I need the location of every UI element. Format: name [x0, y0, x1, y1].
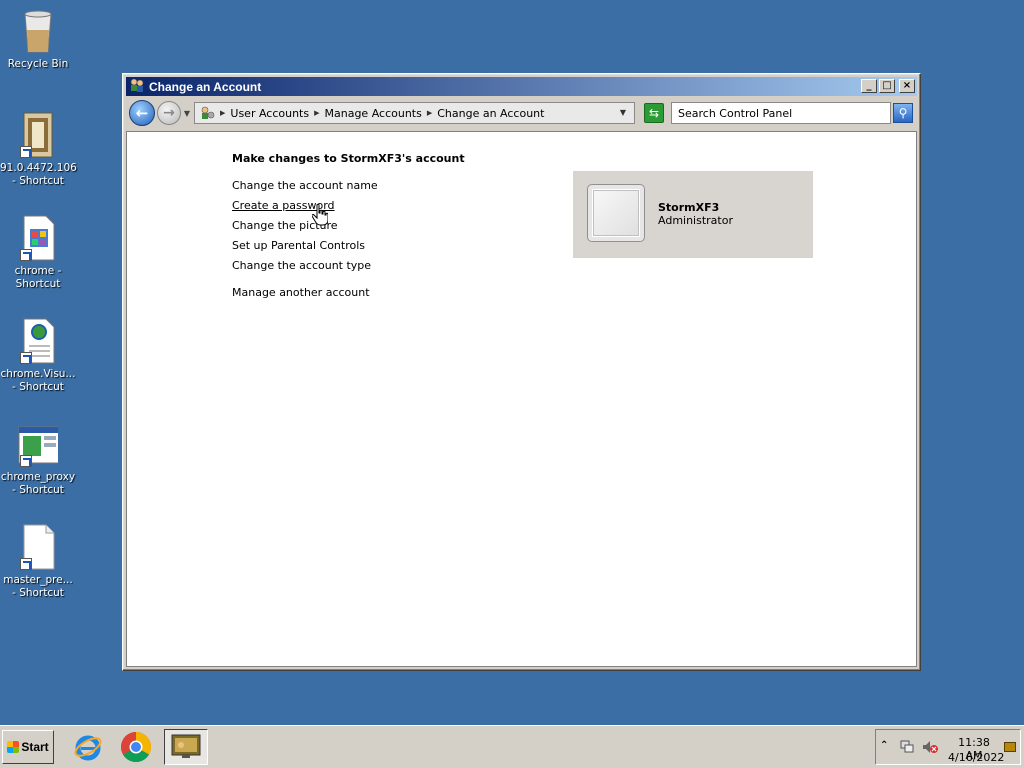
window-title: Change an Account: [149, 79, 262, 94]
show-desktop-icon[interactable]: [1004, 742, 1016, 752]
breadcrumb-separator-icon[interactable]: ▶: [427, 109, 432, 117]
desktop-icon-chrome-visual-shortcut[interactable]: chrome.Visu... - Shortcut: [0, 318, 76, 394]
close-button[interactable]: ×: [899, 79, 915, 93]
account-card: StormXF3 Administrator: [573, 171, 813, 258]
shortcut-arrow-icon: [20, 249, 32, 261]
search-icon[interactable]: ⚲: [893, 103, 913, 123]
desktop-icon-installer-shortcut[interactable]: 91.0.4472.106 - Shortcut: [0, 112, 77, 188]
main-content: Make changes to StormXF3's account Chang…: [126, 131, 917, 667]
account-name: StormXF3: [658, 201, 720, 214]
search-placeholder: Search Control Panel: [678, 106, 793, 120]
back-button[interactable]: ←: [129, 100, 155, 126]
internet-explorer-icon[interactable]: [66, 729, 110, 765]
parental-controls-link[interactable]: Set up Parental Controls: [232, 239, 365, 252]
manage-another-account-link[interactable]: Manage another account: [232, 286, 370, 299]
desktop-icon-label: chrome - Shortcut: [14, 265, 62, 290]
clock-date[interactable]: 4/16/2022: [948, 751, 1004, 764]
address-bar[interactable]: ▶ User Accounts ▶ Manage Accounts ▶ Chan…: [194, 102, 635, 124]
shortcut-arrow-icon: [20, 352, 32, 364]
breadcrumb-manage-accounts[interactable]: Manage Accounts: [325, 107, 422, 120]
change-account-name-link[interactable]: Change the account name: [232, 179, 378, 192]
account-picture: [587, 184, 645, 242]
desktop-icon-label: chrome_proxy - Shortcut: [0, 471, 76, 496]
breadcrumb-separator-icon[interactable]: ▶: [220, 109, 225, 117]
change-account-type-link[interactable]: Change the account type: [232, 259, 371, 272]
user-accounts-icon: [129, 77, 145, 96]
minimize-button[interactable]: _: [861, 79, 877, 93]
desktop-icon-label: chrome.Visu... - Shortcut: [0, 368, 76, 393]
show-hidden-icons-icon[interactable]: ⌃: [880, 740, 888, 751]
start-label: Start: [21, 740, 49, 754]
installer-icon: [18, 112, 58, 158]
desktop-icon-master-preferences-shortcut[interactable]: master_pre... - Shortcut: [0, 524, 76, 600]
maximize-button[interactable]: □: [879, 79, 895, 93]
breadcrumb-change-an-account[interactable]: Change an Account: [437, 107, 544, 120]
desktop-icon-chrome-proxy-shortcut[interactable]: chrome_proxy - Shortcut: [0, 421, 76, 497]
title-bar[interactable]: Change an Account _ □ ×: [126, 77, 917, 96]
control-panel-icon: [199, 105, 215, 121]
refresh-button[interactable]: ⇆: [644, 103, 664, 123]
account-role: Administrator: [658, 214, 733, 227]
recycle-bin-icon: [18, 8, 58, 54]
web-document-icon: [18, 318, 58, 364]
breadcrumb-user-accounts[interactable]: User Accounts: [230, 107, 309, 120]
desktop-icon-recycle-bin[interactable]: Recycle Bin: [0, 8, 76, 71]
network-icon[interactable]: [900, 740, 914, 754]
blank-file-icon: [18, 524, 58, 570]
desktop-icon-label: Recycle Bin: [7, 58, 69, 70]
hand-cursor-icon: [311, 203, 329, 226]
change-account-window: Change an Account _ □ × ← → ▼ ▶ User Acc…: [122, 73, 921, 671]
control-panel-taskbar-button[interactable]: [164, 729, 208, 765]
desktop-icon-chrome-shortcut[interactable]: chrome - Shortcut: [0, 215, 76, 291]
system-tray: ⌃ 11:38 AM 4/16/2022: [875, 729, 1021, 765]
navigation-bar: ← → ▼ ▶ User Accounts ▶ Manage Accounts …: [126, 98, 917, 128]
desktop-icon-label: master_pre... - Shortcut: [3, 574, 73, 599]
shortcut-arrow-icon: [20, 455, 32, 467]
application-icon: [18, 421, 60, 467]
breadcrumb-separator-icon[interactable]: ▶: [314, 109, 319, 117]
search-input[interactable]: Search Control Panel: [671, 102, 891, 124]
shortcut-arrow-icon: [20, 558, 32, 570]
document-icon: [18, 215, 58, 261]
taskbar: Start ⌃ 11:38 AM 4/16/2022: [0, 725, 1024, 768]
desktop-icon-label: 91.0.4472.106 - Shortcut: [0, 162, 77, 187]
forward-button[interactable]: →: [157, 101, 181, 125]
chrome-icon[interactable]: [114, 729, 158, 765]
page-heading: Make changes to StormXF3's account: [232, 152, 465, 165]
shortcut-arrow-icon: [20, 146, 32, 158]
recent-pages-dropdown[interactable]: ▼: [182, 109, 192, 118]
address-dropdown-icon[interactable]: ▼: [620, 108, 626, 117]
windows-flag-icon: [7, 741, 20, 753]
volume-muted-icon[interactable]: [922, 740, 938, 754]
start-button[interactable]: Start: [2, 730, 54, 764]
